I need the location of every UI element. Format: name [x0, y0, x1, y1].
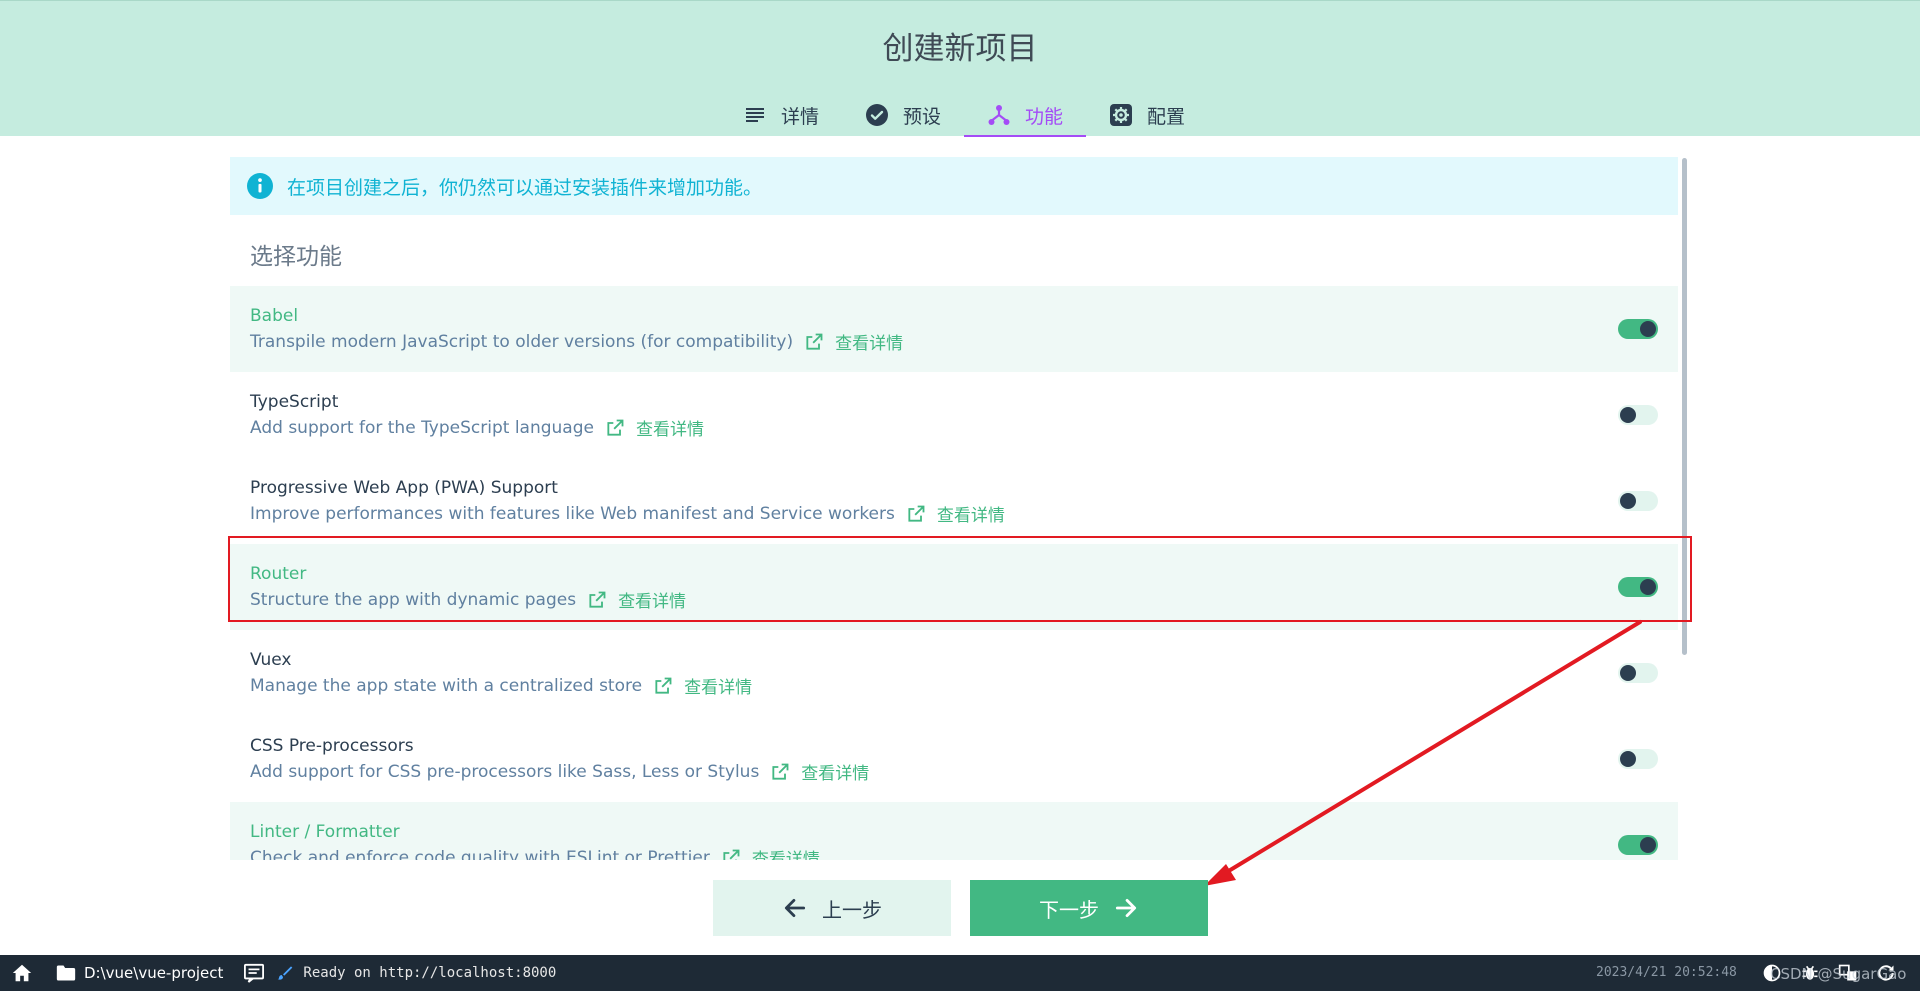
console-icon — [244, 963, 265, 983]
feature-toggle[interactable] — [1618, 749, 1658, 769]
console-log-button[interactable] — [243, 963, 265, 983]
more-details-link[interactable]: 查看详情 — [684, 673, 752, 698]
tab-label: 配置 — [1146, 105, 1185, 128]
more-details-link[interactable]: 查看详情 — [618, 587, 686, 612]
arrow-left-icon — [784, 899, 806, 917]
tab-config[interactable]: 配置 — [1086, 93, 1208, 137]
home-button[interactable] — [2, 962, 42, 984]
external-link-icon[interactable] — [770, 762, 790, 782]
previous-step-button[interactable]: 上一步 — [713, 880, 951, 936]
external-link-icon[interactable] — [605, 418, 625, 438]
external-link-icon[interactable] — [906, 504, 926, 524]
feature-toggle[interactable] — [1618, 405, 1658, 425]
feature-name: Router — [250, 564, 307, 584]
feature-description: Structure the app with dynamic pages — [250, 589, 577, 610]
feature-description: Improve performances with features like … — [250, 503, 895, 524]
feature-list: Babel Transpile modern JavaScript to old… — [230, 286, 1678, 860]
more-details-link[interactable]: 查看详情 — [835, 329, 903, 354]
toggle-knob — [1620, 665, 1636, 681]
feature-panel[interactable]: 在项目创建之后，你仍然可以通过安装插件来增加功能。 选择功能 Babel Tra… — [230, 157, 1678, 860]
brush-icon-wrap — [277, 965, 293, 981]
toggle-knob — [1640, 321, 1656, 337]
home-icon — [12, 964, 32, 982]
feature-name: Vuex — [250, 650, 292, 670]
previous-step-label: 上一步 — [822, 897, 882, 922]
brush-icon — [278, 966, 293, 980]
feature-description: Transpile modern JavaScript to older ver… — [250, 331, 794, 352]
next-step-button[interactable]: 下一步 — [970, 880, 1208, 936]
feature-item-typescript[interactable]: TypeScript Add support for the TypeScrip… — [230, 372, 1678, 458]
external-link-icon[interactable] — [653, 676, 673, 696]
project-path-text: D:\vue\vue-project — [84, 964, 224, 982]
info-text: 在项目创建之后，你仍然可以通过安装插件来增加功能。 — [287, 176, 763, 199]
feature-item-babel[interactable]: Babel Transpile modern JavaScript to old… — [230, 286, 1678, 372]
tab-label: 功能 — [1024, 105, 1063, 128]
feature-toggle[interactable] — [1618, 319, 1658, 339]
feature-name: Progressive Web App (PWA) Support — [250, 478, 558, 498]
tab-details[interactable]: 详情 — [720, 93, 842, 137]
toggle-knob — [1620, 493, 1636, 509]
more-details-link[interactable]: 查看详情 — [937, 501, 1005, 526]
tab-features[interactable]: 功能 — [964, 93, 1086, 137]
feature-toggle[interactable] — [1618, 663, 1658, 683]
feature-item-css-preprocessors[interactable]: CSS Pre-processors Add support for CSS p… — [230, 716, 1678, 802]
list-icon — [745, 108, 764, 122]
feature-toggle[interactable] — [1618, 491, 1658, 511]
feature-item-router[interactable]: Router Structure the app with dynamic pa… — [230, 544, 1678, 630]
folder-icon — [56, 965, 76, 981]
more-details-link[interactable]: 查看详情 — [636, 415, 704, 440]
toggle-knob — [1620, 751, 1636, 767]
feature-description: Add support for the TypeScript language — [250, 417, 594, 438]
scrollbar-thumb[interactable] — [1682, 158, 1687, 655]
gear-icon — [1109, 104, 1132, 126]
tab-presets[interactable]: 预设 — [842, 93, 964, 137]
info-icon — [247, 173, 273, 199]
project-path[interactable]: D:\vue\vue-project — [56, 964, 223, 982]
watermark: CSDN @SugarGao — [1770, 965, 1907, 983]
status-datetime: 2023/4/21 20:52:48 — [1596, 965, 1737, 980]
feature-name: Linter / Formatter — [250, 822, 400, 842]
toggle-knob — [1620, 407, 1636, 423]
arrow-right-icon — [1115, 899, 1137, 917]
feature-toggle[interactable] — [1618, 835, 1658, 855]
branch-icon — [988, 105, 1010, 125]
feature-item-linter[interactable]: Linter / Formatter Check and enforce cod… — [230, 802, 1678, 860]
feature-item-pwa[interactable]: Progressive Web App (PWA) Support Improv… — [230, 458, 1678, 544]
tab-bar: 详情 预设 功能 配置 — [720, 93, 1208, 137]
external-link-icon[interactable] — [721, 848, 741, 861]
more-details-link[interactable]: 查看详情 — [801, 759, 869, 784]
section-title: 选择功能 — [250, 244, 342, 270]
toggle-knob — [1640, 579, 1656, 595]
feature-description: Add support for CSS pre-processors like … — [250, 761, 760, 782]
tab-label: 详情 — [780, 105, 819, 128]
next-step-label: 下一步 — [1039, 897, 1099, 922]
more-details-link[interactable]: 查看详情 — [752, 845, 820, 860]
toggle-knob — [1640, 837, 1656, 853]
feature-name: Babel — [250, 306, 299, 326]
feature-name: TypeScript — [250, 392, 339, 412]
feature-item-vuex[interactable]: Vuex Manage the app state with a central… — [230, 630, 1678, 716]
status-message: Ready on http://localhost:8000 — [303, 965, 557, 981]
page-title: 创建新项目 — [882, 31, 1038, 67]
status-bar: D:\vue\vue-project Ready on http://local… — [0, 955, 1920, 991]
info-banner: 在项目创建之后，你仍然可以通过安装插件来增加功能。 — [230, 157, 1678, 215]
feature-description: Check and enforce code quality with ESLi… — [250, 847, 710, 861]
tab-label: 预设 — [902, 105, 941, 128]
external-link-icon[interactable] — [804, 332, 824, 352]
check-circle-icon — [865, 104, 888, 126]
header: 创建新项目 详情 预设 功能 配置 — [0, 0, 1920, 137]
feature-name: CSS Pre-processors — [250, 736, 414, 756]
feature-description: Manage the app state with a centralized … — [250, 675, 643, 696]
feature-toggle[interactable] — [1618, 577, 1658, 597]
external-link-icon[interactable] — [587, 590, 607, 610]
